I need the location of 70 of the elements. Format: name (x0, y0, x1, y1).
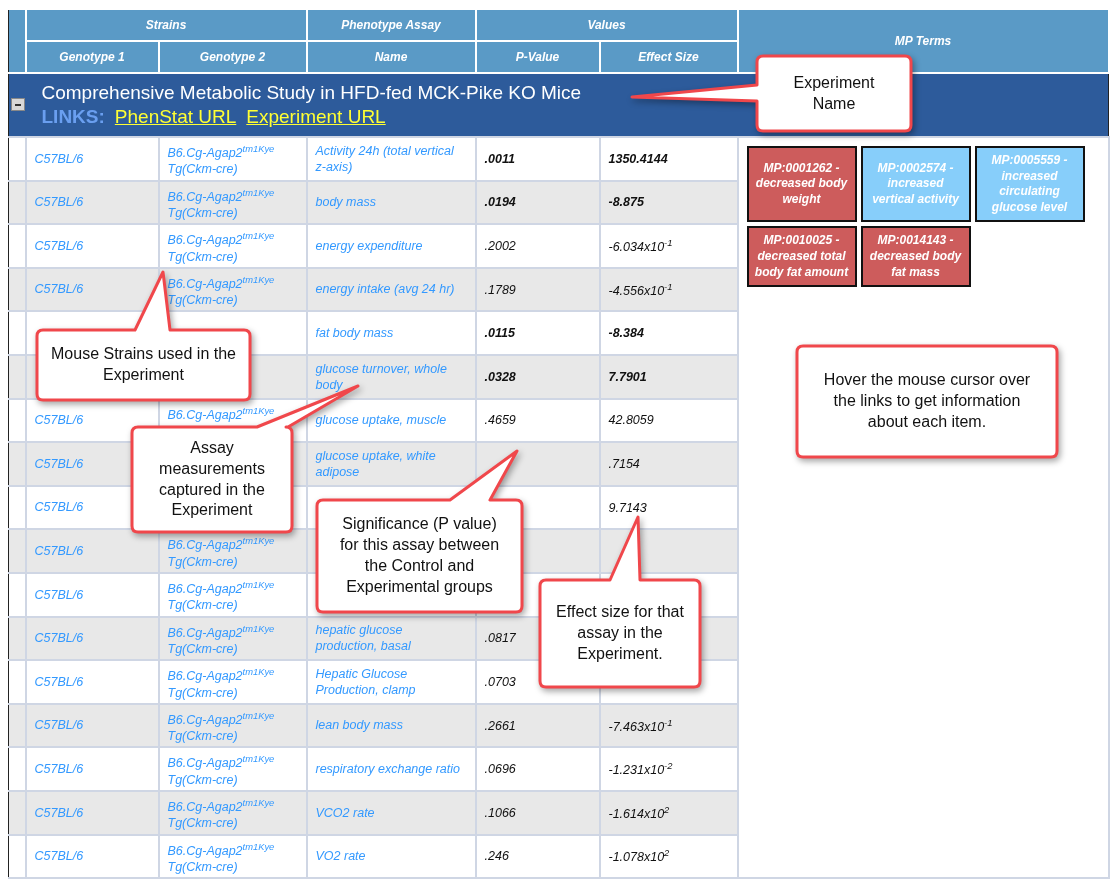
genotype-link[interactable]: C57BL/6 (34, 543, 84, 560)
assay-link[interactable]: body mass (315, 194, 376, 211)
mp-term-tag[interactable]: MP:0005559 - increased circulating glucose level (974, 146, 1085, 223)
effect-size: -8.384 (608, 326, 644, 341)
mp-term-tag[interactable]: MP:0001262 - decreased body weight (746, 146, 857, 223)
effect-size: .7154 (608, 456, 640, 471)
p-value: .0011 (484, 151, 515, 166)
effect-size: 42.8059 (608, 413, 654, 428)
genotype-link[interactable]: C57BL/6 (34, 630, 84, 647)
links-label: LINKS: (41, 106, 105, 128)
column-group-header: Strains (25, 9, 307, 41)
effect-size: -4.556x10$^{-1}$ (608, 283, 673, 298)
genotype-link[interactable]: C57BL/6 (34, 455, 84, 473)
callout-text: Experiment Name (792, 72, 876, 114)
column-header: Genotype 2 (158, 41, 307, 73)
genotype-link[interactable]: C57BL/6 (34, 761, 84, 778)
effect-size: -6.034x10$^{-1}$ (608, 240, 673, 255)
experiment-title: Comprehensive Metabolic Study in HFD-fed MCK-Pike KO Mice (41, 82, 582, 104)
column-group-header: Values (475, 9, 738, 41)
p-value: .1789 (484, 282, 516, 297)
experiment-link[interactable]: PhenStat URL (114, 106, 237, 128)
mp-term-tag[interactable]: MP:0010025 - decreased total body fat amount (746, 226, 857, 288)
p-value: .0115 (484, 326, 515, 341)
assay-link[interactable]: lean body mass (315, 717, 404, 734)
column-header: Effect Size (599, 41, 738, 73)
genotype-link[interactable]: C57BL/6 (34, 717, 84, 734)
effect-size: -1.231x10$^{-2}$ (608, 763, 673, 778)
genotype-link[interactable]: C57BL/6 (34, 499, 84, 516)
callout-text: Mouse Strains used in the Experiment (51, 344, 236, 385)
callout-text: Assay measurements captured in the Experiment (158, 437, 266, 521)
p-value: .1066 (484, 805, 516, 820)
mp-term-tag[interactable]: MP:0002574 - increased vertical activity (860, 146, 971, 223)
genotype-link[interactable]: C57BL/6 (34, 848, 84, 865)
collapse-button[interactable] (11, 98, 25, 111)
effect-size: 9.7143 (608, 500, 647, 515)
effect-size: -8.875 (608, 195, 644, 210)
column-group-header: Phenotype Assay (306, 9, 476, 41)
p-value: .0703 (484, 674, 516, 689)
p-value: .0194 (484, 195, 516, 210)
p-value: .2002 (484, 239, 516, 253)
mp-term-tag[interactable]: MP:0014143 - decreased body fat mass (860, 226, 971, 288)
column-header: P-Value (475, 41, 600, 73)
effect-size: -1.614x10$^{2}$ (608, 806, 670, 821)
p-value: .0328 (484, 369, 516, 384)
column-header: Name (306, 41, 476, 73)
p-value: .246 (484, 849, 509, 864)
p-value: .0817 (484, 631, 516, 646)
effect-size: -1.078x10$^{2}$ (608, 850, 670, 865)
callout-text: Effect size for that assay in the Experiment. (555, 602, 685, 664)
genotype-link[interactable]: C57BL/6 (34, 673, 84, 691)
genotype-link[interactable]: C57BL/6 (34, 281, 84, 298)
genotype-link[interactable]: C57BL/6 (34, 586, 84, 603)
effect-size: 1350.4144 (608, 151, 668, 166)
callout-text: Significance (P value) for this assay between the Control and Experimental groups (338, 514, 501, 597)
assay-link[interactable]: fat body mass (315, 325, 394, 342)
assay-link[interactable]: VO2 rate (315, 848, 366, 865)
column-header: Genotype 1 (25, 41, 159, 73)
genotype-link[interactable]: C57BL/6 (34, 150, 84, 167)
p-value: .0696 (484, 762, 516, 777)
p-value: .4659 (484, 413, 516, 428)
effect-size: -7.463x10$^{-1}$ (608, 719, 673, 734)
genotype-link[interactable]: C57BL/6 (34, 194, 84, 211)
genotype-link[interactable]: C57BL/6 (34, 237, 84, 255)
genotype-link[interactable]: C57BL/6 (34, 804, 84, 821)
genotype-link[interactable]: C57BL/6 (34, 412, 84, 429)
callout-text: Hover the mouse cursor over the links to get information about each item. (822, 370, 1032, 432)
experiment-link[interactable]: Experiment URL (246, 106, 386, 128)
p-value: .2661 (484, 718, 516, 733)
effect-size: 7.7901 (608, 369, 647, 384)
assay-link[interactable]: VCO2 rate (315, 804, 375, 821)
